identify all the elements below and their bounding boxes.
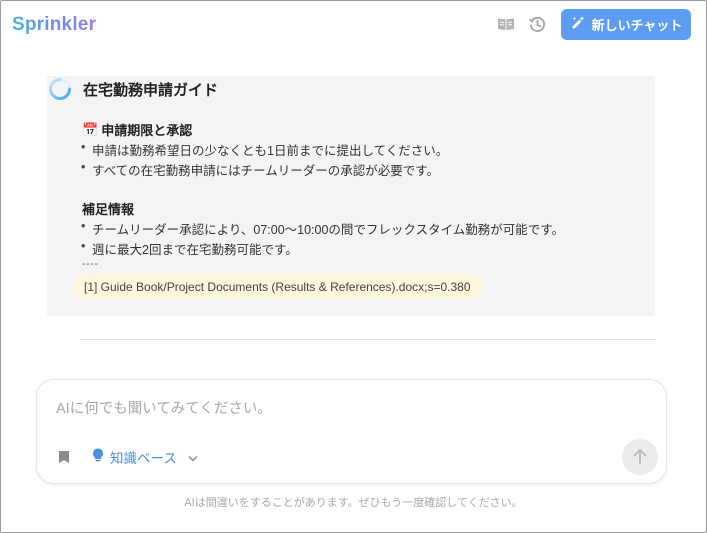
new-chat-label: 新しいチャット bbox=[591, 18, 683, 33]
section-heading-deadline: 📅 申請期限と承認 bbox=[82, 120, 192, 139]
reference-citation[interactable]: [1] Guide Book/Project Documents (Result… bbox=[73, 274, 483, 299]
section-heading-supplement: 補足情報 bbox=[82, 199, 134, 218]
new-chat-button[interactable]: 新しいチャット bbox=[561, 9, 691, 40]
magic-pen-icon bbox=[570, 15, 586, 34]
section-heading-label: 補足情報 bbox=[82, 202, 135, 217]
disclaimer-text: AIは間違いをすることがあります。ぜひもう一度確認してください。 bbox=[184, 497, 523, 509]
bookmark-icon[interactable] bbox=[57, 449, 71, 465]
list-item: すべての在宅勤務申請にはチームリーダーの承認が必要です。 bbox=[81, 160, 439, 179]
book-open-icon[interactable] bbox=[496, 14, 516, 34]
arrow-up-icon bbox=[633, 448, 647, 467]
calendar-icon: 📅 bbox=[82, 121, 99, 137]
list-item: 申請は勤務希望日の少なくとも1日前までに提出してください。 bbox=[81, 140, 448, 159]
lightbulb-icon bbox=[92, 448, 104, 466]
separator-text: ---- bbox=[82, 258, 99, 270]
chat-composer: 知識ベース bbox=[36, 379, 667, 484]
list-item: 週に最大2回まで在宅勤務可能です。 bbox=[81, 239, 298, 258]
chat-input[interactable] bbox=[56, 397, 636, 421]
knowledge-base-label: 知識ベース bbox=[110, 451, 177, 466]
section-heading-label: 申請期限と承認 bbox=[101, 123, 193, 138]
list-item: チームリーダー承認により、07:00〜10:00の間でフレックスタイム勤務が可能… bbox=[81, 219, 564, 238]
chevron-down-icon bbox=[188, 450, 198, 465]
send-button[interactable] bbox=[622, 439, 658, 475]
knowledge-base-selector[interactable]: 知識ベース bbox=[92, 446, 198, 468]
app-header: Sprinkler 新しいチャット bbox=[0, 0, 707, 52]
divider bbox=[79, 339, 656, 340]
assistant-message: 在宅勤務申請ガイド 📅 申請期限と承認 申請は勤務希望日の少なくとも1日前までに… bbox=[47, 76, 655, 316]
loading-spinner-icon bbox=[48, 77, 72, 101]
message-title: 在宅勤務申請ガイド bbox=[83, 82, 219, 99]
history-icon[interactable] bbox=[527, 14, 547, 34]
app-logo[interactable]: Sprinkler bbox=[12, 14, 96, 36]
